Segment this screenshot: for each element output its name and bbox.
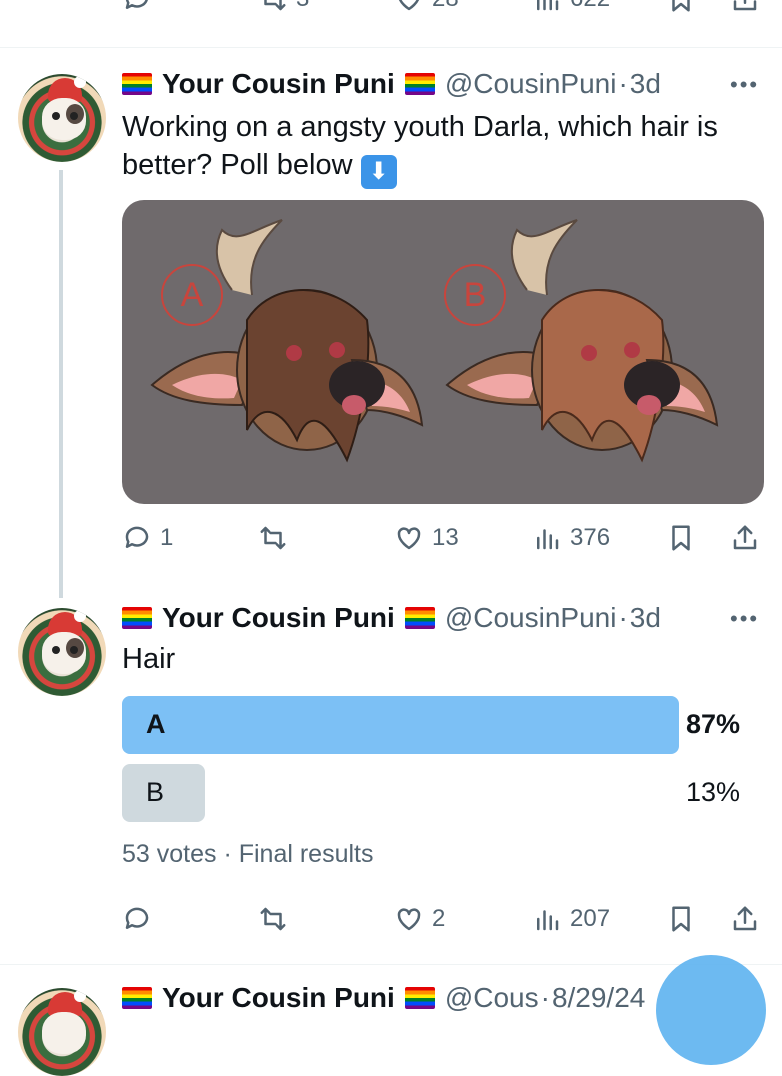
share-icon [733,906,757,931]
views-count: 207 [570,905,611,932]
avatar[interactable] [18,988,106,1076]
compose-button[interactable] [656,955,766,1065]
bookmark-button-top[interactable] [666,0,696,14]
retweet-icon [260,907,286,931]
rainbow-flag-icon [404,73,435,95]
poll-option-a-label: A [146,709,166,739]
display-name[interactable]: Your Cousin Puni [162,602,395,634]
heart-icon [397,908,421,931]
reply-icon [125,0,148,9]
handle[interactable]: @Cous [445,982,539,1014]
bookmark-icon [672,525,690,551]
views-icon [537,0,559,11]
timestamp[interactable]: 3d [630,602,661,634]
reply-button[interactable] [122,904,152,934]
retweet-button[interactable] [258,523,296,553]
poll-bar-a [122,696,679,754]
display-name[interactable]: Your Cousin Puni [162,982,395,1014]
like-count: 28 [432,0,459,13]
rainbow-flag-icon [404,987,435,1009]
views-count: 622 [570,0,610,13]
bookmark-button[interactable] [666,523,696,553]
heart-icon [397,527,421,550]
tweet-header: Your Cousin Puni @CousinPuni · 3d [122,602,661,634]
down-arrow-emoji-icon: ⬇ [360,155,397,189]
rainbow-flag-icon [122,987,152,1009]
bookmark-button[interactable] [666,904,696,934]
share-icon [733,525,757,550]
avatar[interactable] [18,74,106,162]
tweet-image[interactable]: A B [122,200,764,504]
like-button[interactable]: 13 [394,523,459,553]
tweet-text-line: Working on a angsty youth Darla, which h… [122,111,718,143]
divider [0,47,782,48]
deer-character-illustration: A B [150,219,719,463]
handle[interactable]: @CousinPuni [445,602,617,634]
tweet-text: Working on a angsty youth Darla, which h… [122,108,718,189]
retweet-button-top[interactable]: 3 [258,0,309,14]
rainbow-flag-icon [404,607,435,629]
share-button[interactable] [730,904,760,934]
reply-button[interactable]: 1 [122,523,173,553]
rainbow-flag-icon [122,607,152,629]
more-options-icon[interactable]: ••• [730,72,759,98]
poll-option-b-percent: 13% [685,777,740,807]
tweet-text: Hair [122,643,176,675]
thread-line [59,170,63,598]
retweet-count: 3 [296,0,309,13]
views-button[interactable]: 207 [532,904,610,934]
divider [0,964,782,965]
tweet-header: Your Cousin Puni @Cous · 8/29/24 [122,982,645,1014]
option-a-marker: A [181,276,204,314]
poll-option-b-label: B [146,777,165,807]
reply-icon [125,907,149,929]
views-icon [537,910,559,931]
poll-summary: 53 votes · Final results [122,840,374,868]
retweet-button[interactable] [258,904,296,934]
reply-button-top[interactable] [122,0,152,14]
rainbow-flag-icon [122,73,152,95]
like-button-top[interactable]: 28 [394,0,459,14]
like-count: 2 [432,905,446,932]
like-count: 13 [432,524,459,551]
views-button[interactable]: 376 [532,523,610,553]
tweet-text-line: better? Poll below [122,149,353,181]
bookmark-icon [672,906,690,932]
retweet-icon [264,0,286,11]
option-b-marker: B [464,276,487,314]
display-name[interactable]: Your Cousin Puni [162,68,395,100]
views-icon [537,529,559,550]
views-count: 376 [570,524,611,551]
avatar[interactable] [18,608,106,696]
timestamp[interactable]: 3d [630,68,661,100]
handle[interactable]: @CousinPuni [445,68,617,100]
retweet-icon [260,526,286,550]
bookmark-icon [672,0,690,12]
more-options-icon[interactable]: ••• [730,606,759,632]
heart-icon [398,0,420,11]
share-icon [733,0,757,11]
like-button[interactable]: 2 [394,904,445,934]
reply-count: 1 [160,524,174,551]
views-button-top[interactable]: 622 [532,0,610,14]
share-button-top[interactable] [730,0,760,14]
timestamp[interactable]: 8/29/24 [552,982,645,1014]
poll-option-a-percent: 87% [685,709,740,739]
share-button[interactable] [730,523,760,553]
reply-icon [125,526,149,548]
tweet-header: Your Cousin Puni @CousinPuni · 3d [122,68,661,100]
